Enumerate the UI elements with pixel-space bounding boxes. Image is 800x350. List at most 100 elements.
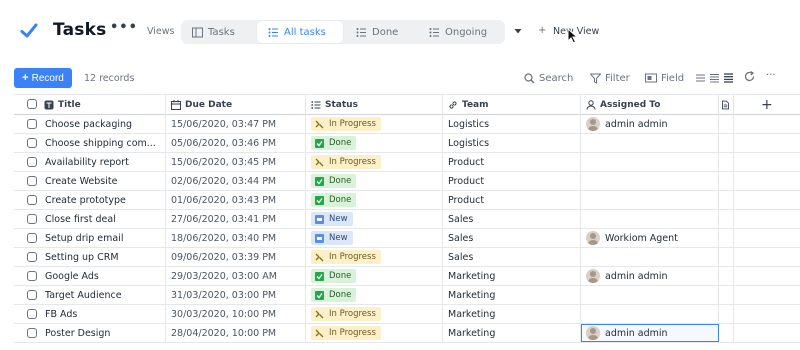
cell-assigned-to[interactable] [581,286,719,304]
cell-due-date[interactable]: 27/06/2020, 03:41 PM [166,210,306,228]
cell-attachment[interactable] [719,267,734,285]
cell-attachment[interactable] [719,153,734,171]
row-checkbox[interactable] [27,252,37,262]
table-row[interactable]: Setting up CRM 09/06/2020, 03:39 PM In Pro… [14,248,800,267]
cell-assigned-to[interactable] [581,210,719,228]
row-checkbox[interactable] [27,214,37,224]
cell-title[interactable]: Create prototype [38,191,166,209]
cell-status[interactable]: Done [306,286,443,304]
cell-status[interactable]: Done [306,134,443,152]
cell-title[interactable]: Create Website [38,172,166,190]
cell-title[interactable]: Choose shipping com... [38,134,166,152]
row-checkbox[interactable] [27,309,37,319]
add-column-button[interactable]: + [761,97,773,113]
table-row[interactable]: Create Website 02/06/2020, 03:44 PM Done Pr… [14,172,800,191]
cell-title[interactable]: Setting up CRM [38,248,166,266]
tab-done[interactable]: Done [356,20,398,44]
cell-title[interactable]: Choose packaging [38,115,166,133]
row-checkbox[interactable] [27,157,37,167]
cell-assigned-to[interactable] [581,172,719,190]
cell-attachment[interactable] [719,134,734,152]
cell-due-date[interactable]: 01/06/2020, 03:43 PM [166,191,306,209]
cell-status[interactable]: In Progress [306,305,443,323]
cell-status[interactable]: Done [306,172,443,190]
cell-title[interactable]: Availability report [38,153,166,171]
more-menu-icon[interactable]: ••• [110,20,138,35]
cell-team[interactable]: Logistics [443,134,581,152]
more-options-icon[interactable]: ··· [766,70,776,81]
table-row[interactable]: Poster Design 28/04/2020, 10:00 PM In Prog… [14,324,800,343]
table-row[interactable]: FB Ads 30/03/2020, 10:00 PM In Progress Mar… [14,305,800,324]
add-record-button[interactable]: + Record [14,68,72,88]
tab-all-tasks[interactable]: All tasks [257,21,343,43]
column-header-due-date[interactable]: Due Date [166,95,306,115]
cell-attachment[interactable] [719,191,734,209]
search-button[interactable]: Search [524,71,573,85]
cell-team[interactable]: Logistics [443,115,581,133]
cell-team[interactable]: Sales [443,248,581,266]
row-checkbox[interactable] [27,195,37,205]
cell-status[interactable]: In Progress [306,115,443,133]
table-row[interactable]: Create prototype 01/06/2020, 03:43 PM Done… [14,191,800,210]
cell-title[interactable]: Poster Design [38,324,166,342]
cell-status[interactable]: Done [306,267,443,285]
cell-attachment[interactable] [719,210,734,228]
column-header-team[interactable]: Team [443,95,581,115]
cell-team[interactable]: Sales [443,210,581,228]
cell-attachment[interactable] [719,115,734,133]
cell-team[interactable]: Product [443,172,581,190]
new-view-plus-icon[interactable]: + [538,25,546,36]
select-all-checkbox[interactable] [27,99,37,109]
cell-status[interactable]: In Progress [306,324,443,342]
cell-assigned-to[interactable]: admin admin [581,115,719,133]
table-row[interactable]: Setup drip email 18/06/2020, 03:40 PM New S… [14,229,800,248]
row-checkbox[interactable] [27,271,37,281]
cell-attachment[interactable] [719,229,734,247]
cell-due-date[interactable]: 15/06/2020, 03:47 PM [166,115,306,133]
cell-title[interactable]: Setup drip email [38,229,166,247]
cell-team[interactable]: Marketing [443,324,581,342]
cell-assigned-to[interactable] [581,305,719,323]
table-row[interactable]: Close first deal 27/06/2020, 03:41 PM New S… [14,210,800,229]
table-row[interactable]: Availability report 15/06/2020, 03:45 PM I… [14,153,800,172]
row-checkbox[interactable] [27,290,37,300]
caret-down-icon[interactable] [514,27,522,35]
column-header-title[interactable]: Title [38,95,166,115]
cell-due-date[interactable]: 30/03/2020, 10:00 PM [166,305,306,323]
cell-due-date[interactable]: 02/06/2020, 03:44 PM [166,172,306,190]
cell-title[interactable]: Target Audience [38,286,166,304]
cell-team[interactable]: Product [443,191,581,209]
cell-team[interactable]: Marketing [443,305,581,323]
column-header-status[interactable]: Status [306,95,443,115]
cell-status[interactable]: New [306,210,443,228]
cell-due-date[interactable]: 05/06/2020, 03:46 PM [166,134,306,152]
cell-attachment[interactable] [719,305,734,323]
row-checkbox[interactable] [27,176,37,186]
table-row[interactable]: Choose packaging 15/06/2020, 03:47 PM In P… [14,115,800,134]
cell-due-date[interactable]: 15/06/2020, 03:45 PM [166,153,306,171]
cell-assigned-to[interactable] [581,248,719,266]
cell-team[interactable]: Marketing [443,267,581,285]
cell-attachment[interactable] [719,172,734,190]
cell-assigned-to[interactable] [581,153,719,171]
cell-due-date[interactable]: 09/06/2020, 03:39 PM [166,248,306,266]
row-checkbox[interactable] [27,328,37,338]
cell-title[interactable]: FB Ads [38,305,166,323]
cell-assigned-to[interactable] [581,191,719,209]
cell-assigned-to[interactable]: admin admin [581,267,719,285]
row-checkbox[interactable] [27,119,37,129]
cell-attachment[interactable] [719,286,734,304]
cell-status[interactable]: In Progress [306,153,443,171]
cell-due-date[interactable]: 29/03/2020, 03:00 AM [166,267,306,285]
filter-button[interactable]: Filter [590,71,630,85]
cell-due-date[interactable]: 31/03/2020, 03:00 PM [166,286,306,304]
cell-title[interactable]: Google Ads [38,267,166,285]
row-height-button[interactable] [696,71,738,85]
refresh-icon[interactable] [744,71,755,82]
cell-due-date[interactable]: 28/04/2020, 10:00 PM [166,324,306,342]
cell-assigned-to[interactable]: Workiom Agent [581,229,719,247]
cell-due-date[interactable]: 18/06/2020, 03:40 PM [166,229,306,247]
cell-team[interactable]: Product [443,153,581,171]
column-header-attachment[interactable] [719,95,734,115]
cell-assigned-to[interactable] [581,134,719,152]
